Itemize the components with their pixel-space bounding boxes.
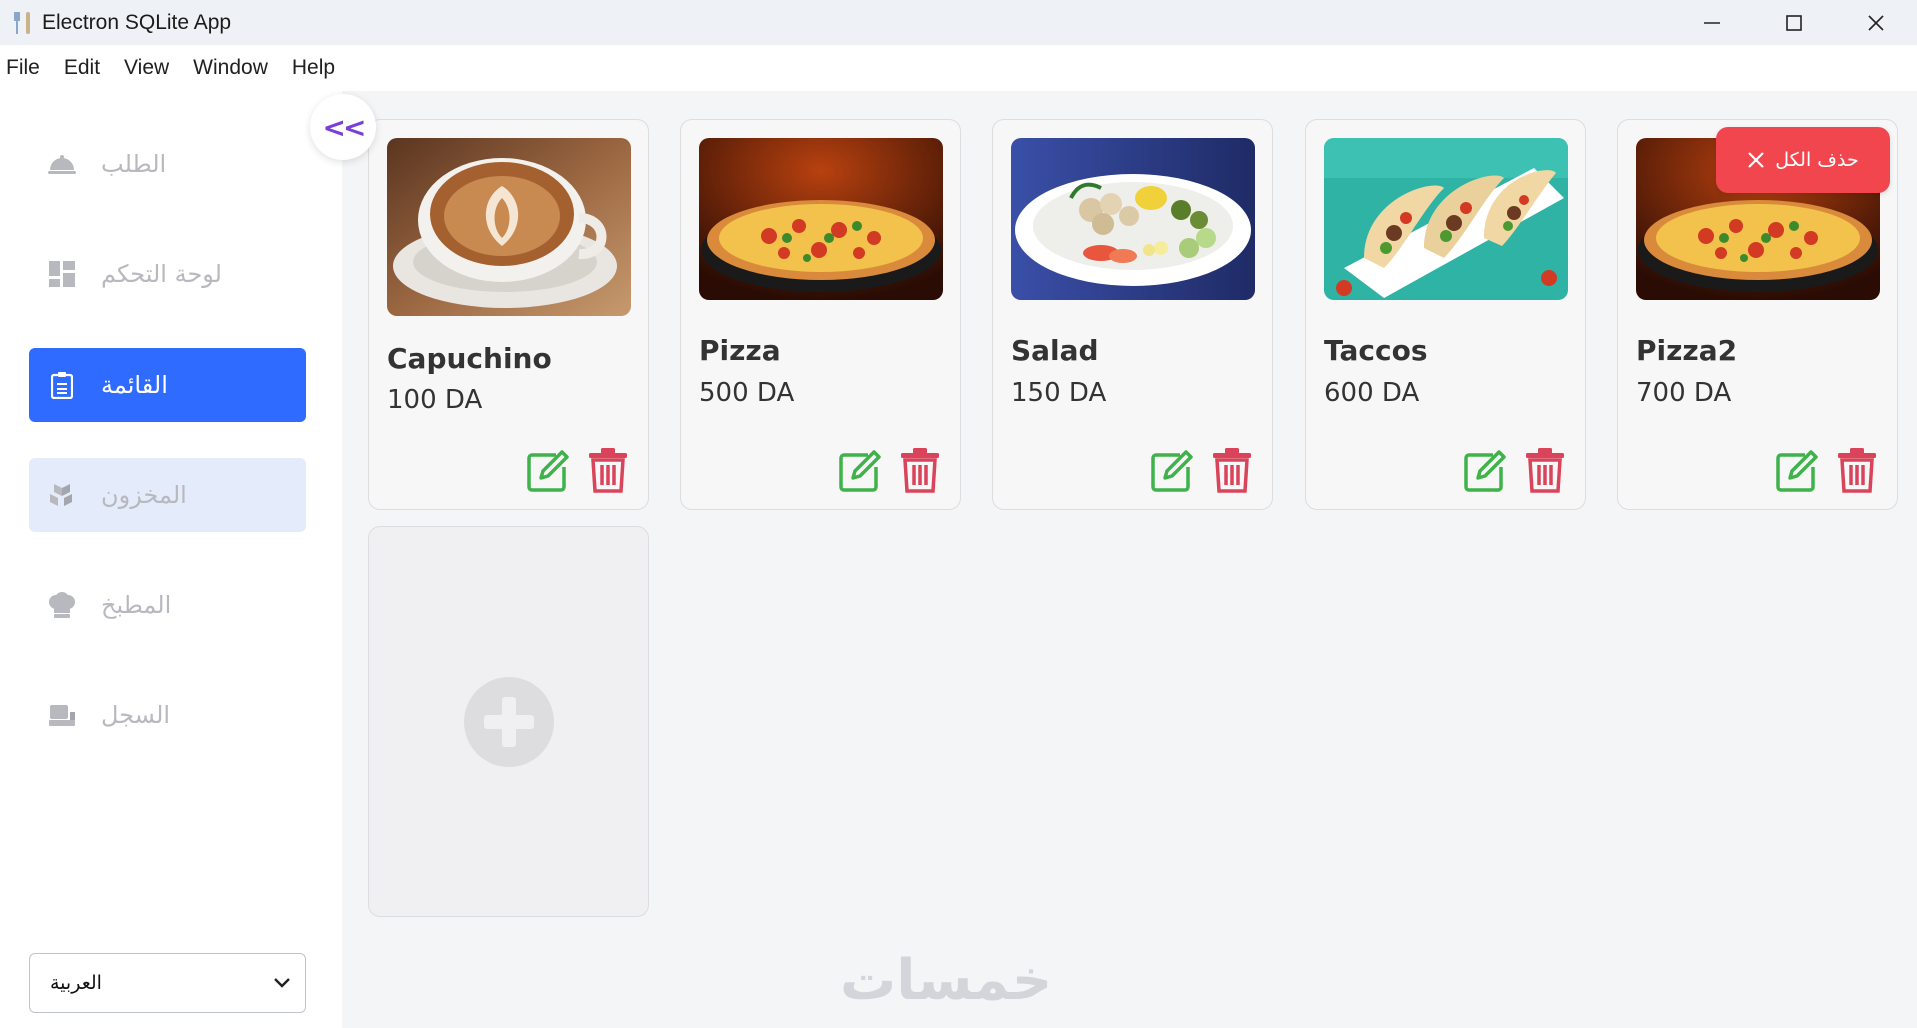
add-product-card[interactable] <box>368 526 649 917</box>
sidebar-item-label: الطلب <box>101 150 167 178</box>
product-price: 500 DA <box>699 378 795 408</box>
product-price: 150 DA <box>1011 378 1107 408</box>
sidebar-item-kitchen[interactable]: المطبخ <box>29 568 306 642</box>
sidebar-item-inventory[interactable]: المخزون <box>29 458 306 532</box>
dish-icon <box>47 149 77 179</box>
sidebar-item-label: المخزون <box>101 481 187 509</box>
edit-icon <box>1151 450 1193 492</box>
menu-file[interactable]: File <box>6 56 40 80</box>
maximize-button[interactable] <box>1753 0 1835 45</box>
product-card: Salad 150 DA <box>992 119 1273 510</box>
menu-window[interactable]: Window <box>193 56 268 80</box>
sidebar-item-label: المطبخ <box>101 591 172 619</box>
edit-button[interactable] <box>526 449 570 493</box>
language-value: العربية <box>50 972 102 994</box>
product-card: Pizza 500 DA <box>680 119 961 510</box>
sidebar-item-menu[interactable]: القائمة <box>29 348 306 422</box>
product-card: Capuchino 100 DA <box>368 119 649 510</box>
edit-button[interactable] <box>1775 449 1819 493</box>
product-price: 600 DA <box>1324 378 1420 408</box>
product-price: 100 DA <box>387 385 483 415</box>
sidebar-item-orders[interactable]: الطلب <box>29 127 306 201</box>
sidebar-collapse-button[interactable]: << <box>310 94 376 160</box>
title-bar: Electron SQLite App <box>0 0 1917 45</box>
edit-button[interactable] <box>838 449 882 493</box>
product-name: Salad <box>1011 334 1099 367</box>
delete-button[interactable] <box>1837 447 1877 493</box>
product-image <box>699 138 943 300</box>
chef-hat-icon <box>47 590 77 620</box>
language-select[interactable]: العربية <box>29 953 306 1013</box>
edit-icon <box>1776 450 1818 492</box>
sidebar: الطلب لوحة التحكم القائمة المخزون المطبخ… <box>0 91 342 1028</box>
product-image <box>1011 138 1255 300</box>
trash-icon <box>1526 448 1564 493</box>
collapse-arrows-icon: << <box>322 110 367 144</box>
minimize-button[interactable] <box>1671 0 1753 45</box>
delete-button[interactable] <box>1212 447 1252 493</box>
register-icon <box>47 700 77 730</box>
window-controls <box>1671 0 1917 45</box>
product-name: Taccos <box>1324 334 1428 367</box>
product-image <box>387 138 631 316</box>
dashboard-icon <box>47 259 77 289</box>
product-name: Pizza2 <box>1636 334 1738 367</box>
product-card: Taccos 600 DA <box>1305 119 1586 510</box>
delete-button[interactable] <box>1525 447 1565 493</box>
product-image <box>1324 138 1568 300</box>
product-name: Capuchino <box>387 342 552 375</box>
plus-icon <box>463 676 554 767</box>
delete-all-label: حذف الكل <box>1775 149 1859 171</box>
edit-button[interactable] <box>1463 449 1507 493</box>
close-window-button[interactable] <box>1835 0 1917 45</box>
menu-help[interactable]: Help <box>292 56 335 80</box>
sidebar-item-register[interactable]: السجل <box>29 678 306 752</box>
close-icon <box>1747 151 1765 169</box>
product-price: 700 DA <box>1636 378 1732 408</box>
sidebar-item-label: السجل <box>101 701 171 729</box>
chevron-down-icon <box>274 978 290 988</box>
menu-edit[interactable]: Edit <box>64 56 100 80</box>
edit-icon <box>1464 450 1506 492</box>
delete-button[interactable] <box>588 447 628 493</box>
minimize-icon <box>1704 21 1720 24</box>
edit-icon <box>527 450 569 492</box>
maximize-icon <box>1786 14 1802 31</box>
edit-button[interactable] <box>1150 449 1194 493</box>
trash-icon <box>901 448 939 493</box>
menu-list-icon <box>47 370 77 400</box>
sidebar-item-dashboard[interactable]: لوحة التحكم <box>29 237 306 311</box>
sidebar-item-label: لوحة التحكم <box>101 260 222 288</box>
window-title: Electron SQLite App <box>42 10 232 34</box>
product-name: Pizza <box>699 334 781 367</box>
trash-icon <box>1213 448 1251 493</box>
sidebar-item-label: القائمة <box>101 371 168 399</box>
delete-all-button[interactable]: حذف الكل <box>1716 127 1890 193</box>
trash-icon <box>1838 448 1876 493</box>
trash-icon <box>589 448 627 493</box>
menu-view[interactable]: View <box>124 56 169 80</box>
close-icon <box>1868 14 1884 31</box>
delete-button[interactable] <box>900 447 940 493</box>
app-icon <box>12 10 34 36</box>
boxes-icon <box>47 480 77 510</box>
menu-bar: File Edit View Window Help <box>0 45 1917 91</box>
edit-icon <box>839 450 881 492</box>
watermark: خمسات <box>840 948 1053 1013</box>
